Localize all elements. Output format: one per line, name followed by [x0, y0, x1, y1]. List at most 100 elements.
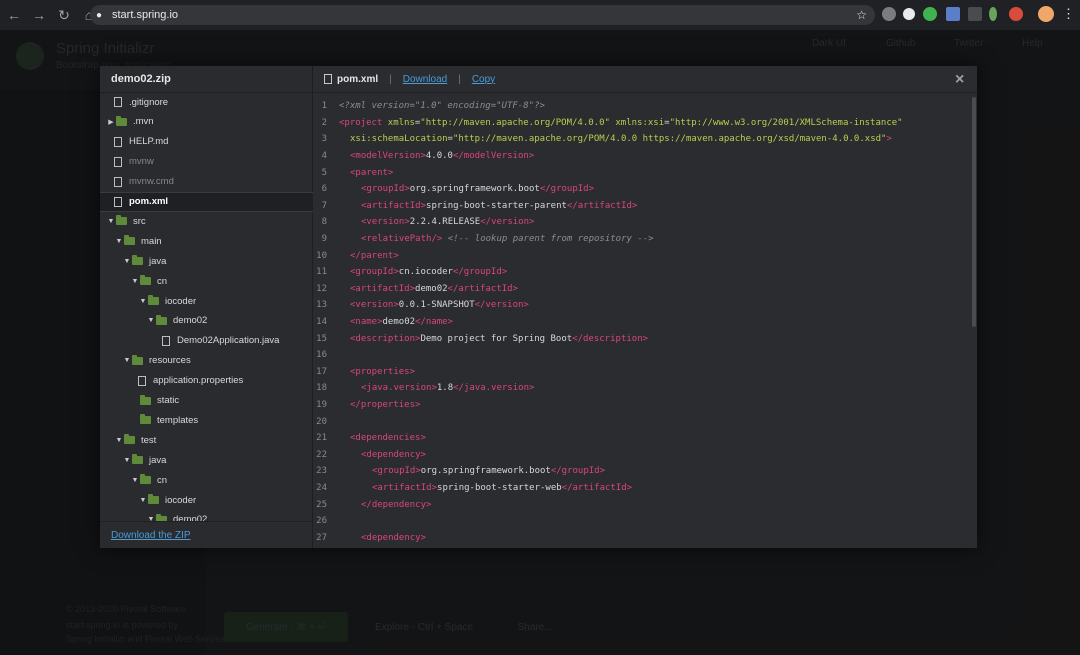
- chevron-down-icon[interactable]: ▼: [122, 258, 132, 265]
- folder-icon: [132, 354, 143, 365]
- extension-icon[interactable]: [968, 7, 982, 21]
- extension-icon[interactable]: [946, 7, 960, 21]
- code-token: <groupId>: [350, 267, 399, 278]
- line-number: 8: [321, 217, 327, 228]
- tree-node[interactable]: ▼ cn: [100, 271, 313, 291]
- code-line: 8 <version>2.2.4.RELEASE</version>: [313, 214, 973, 231]
- file-icon: [114, 196, 122, 207]
- tree-node-label: demo02: [173, 514, 208, 521]
- code-token: </description>: [572, 333, 649, 344]
- code-token: <dependency>: [361, 532, 427, 543]
- chevron-down-icon[interactable]: ▼: [138, 298, 148, 305]
- tree-node-label: test: [141, 434, 157, 446]
- line-number: 11: [316, 267, 327, 278]
- code-area[interactable]: 1 <?xml version="1.0" encoding="UTF-8"?> 2…: [313, 97, 973, 548]
- extension-icon[interactable]: [1009, 7, 1023, 21]
- chevron-down-icon[interactable]: ▼: [106, 218, 116, 225]
- folder-icon: [140, 414, 151, 425]
- back-icon[interactable]: ←: [3, 4, 25, 26]
- tree-node-label: java: [149, 454, 167, 466]
- bookmark-star-icon[interactable]: ☆: [856, 8, 867, 22]
- address-bar[interactable]: ● start.spring.io ☆: [90, 5, 875, 25]
- tree-node[interactable]: ▼ cn: [100, 470, 313, 490]
- chevron-down-icon[interactable]: ▼: [138, 497, 148, 504]
- chevron-down-icon[interactable]: ▼: [114, 238, 124, 245]
- chevron-right-icon[interactable]: ▶: [106, 118, 116, 126]
- tree-node[interactable]: ▼ test: [100, 430, 313, 450]
- tree-node[interactable]: ▼ demo02: [100, 311, 313, 331]
- reload-icon[interactable]: ↻: [53, 4, 75, 26]
- code-text: <artifactId>spring-boot-starter-web</art…: [339, 483, 632, 493]
- tree-node[interactable]: ▼ iocoder: [100, 291, 313, 311]
- tree-node-label: Demo02Application.java: [177, 335, 280, 347]
- code-token: <artifactId>: [372, 483, 438, 494]
- download-link[interactable]: Download: [403, 74, 447, 85]
- tree-node[interactable]: mvnw: [100, 152, 313, 172]
- tree-node[interactable]: ▼ resources: [100, 351, 313, 371]
- code-line: 25 </dependency>: [313, 496, 973, 513]
- code-token: <description>: [350, 333, 421, 344]
- tree-node[interactable]: HELP.md: [100, 132, 313, 152]
- code-text: <artifactId>spring-boot-starter-parent</…: [339, 201, 637, 211]
- tree-node-label: HELP.md: [129, 136, 169, 148]
- extension-icon[interactable]: [989, 7, 997, 21]
- tree-node[interactable]: ▼ iocoder: [100, 490, 313, 510]
- tree-node[interactable]: ▼ main: [100, 231, 313, 251]
- tree-node[interactable]: templates: [100, 410, 313, 430]
- chevron-down-icon[interactable]: ▼: [130, 477, 140, 484]
- tree-node[interactable]: application.properties: [100, 371, 313, 391]
- code-line: 15 <description>Demo project for Spring B…: [313, 330, 973, 347]
- code-line: 10 </parent>: [313, 247, 973, 264]
- browser-menu-icon[interactable]: ⋮: [1062, 6, 1075, 22]
- tree-node[interactable]: ▼ java: [100, 251, 313, 271]
- code-token: </name>: [415, 317, 453, 328]
- code-token: </groupId>: [539, 184, 595, 195]
- folder-icon: [116, 215, 127, 226]
- tree-node[interactable]: ▼ demo02: [100, 510, 313, 521]
- code-line: 14 <name>demo02</name>: [313, 314, 973, 331]
- code-text: <dependencies>: [339, 433, 426, 443]
- chevron-down-icon[interactable]: ▼: [114, 437, 124, 444]
- close-icon[interactable]: ×: [955, 71, 964, 89]
- code-text: <artifactId>demo02</artifactId>: [339, 284, 518, 294]
- tree-node[interactable]: static: [100, 391, 313, 411]
- tree-node-label: iocoder: [165, 494, 197, 506]
- chevron-down-icon[interactable]: ▼: [122, 457, 132, 464]
- copy-link[interactable]: Copy: [472, 74, 495, 85]
- code-token: xmlns: [387, 117, 415, 128]
- chevron-down-icon[interactable]: ▼: [130, 278, 140, 285]
- line-number: 27: [316, 532, 327, 543]
- code-token: org.springframework.boot: [409, 184, 540, 195]
- tree-node[interactable]: ▶ .mvn: [100, 112, 313, 132]
- code-token: "http://www.w3.org/2001/XMLSchema-instan…: [669, 117, 903, 128]
- tree-node[interactable]: ▼ src: [100, 211, 313, 231]
- code-token: xsi:schemaLocation: [350, 134, 448, 145]
- extension-icon[interactable]: [882, 7, 896, 21]
- tree-node[interactable]: .gitignore: [100, 93, 313, 112]
- line-number: 13: [316, 300, 327, 311]
- tree-node[interactable]: mvnw.cmd: [100, 172, 313, 192]
- extension-icon[interactable]: [923, 7, 937, 21]
- tree-node[interactable]: ▼ java: [100, 450, 313, 470]
- code-line: 6 <groupId>org.springframework.boot</grou…: [313, 181, 973, 198]
- extension-icon[interactable]: [903, 8, 915, 20]
- tree-node-label: cn: [157, 474, 168, 486]
- folder-icon: [156, 314, 167, 325]
- chevron-down-icon[interactable]: ▼: [146, 317, 156, 324]
- chevron-down-icon[interactable]: ▼: [122, 357, 132, 364]
- folder-icon: [132, 454, 143, 465]
- line-number: 17: [316, 366, 327, 377]
- profile-avatar[interactable]: [1038, 6, 1054, 22]
- tree-node[interactable]: Demo02Application.java: [100, 331, 313, 351]
- url-text: start.spring.io: [112, 9, 179, 21]
- code-token: 2.2.4.RELEASE: [409, 217, 481, 228]
- download-zip-link[interactable]: Download the ZIP: [111, 530, 191, 541]
- code-token: <?xml version="1.0" encoding="UTF-8"?>: [339, 101, 545, 112]
- folder-icon: [148, 494, 159, 504]
- code-line: 1 <?xml version="1.0" encoding="UTF-8"?>: [313, 98, 973, 115]
- forward-icon[interactable]: →: [28, 4, 50, 26]
- scrollbar[interactable]: [972, 97, 976, 327]
- code-token: <!-- lookup parent from repository -->: [447, 234, 654, 245]
- line-number: 16: [316, 350, 327, 361]
- tree-node[interactable]: pom.xml: [100, 191, 313, 212]
